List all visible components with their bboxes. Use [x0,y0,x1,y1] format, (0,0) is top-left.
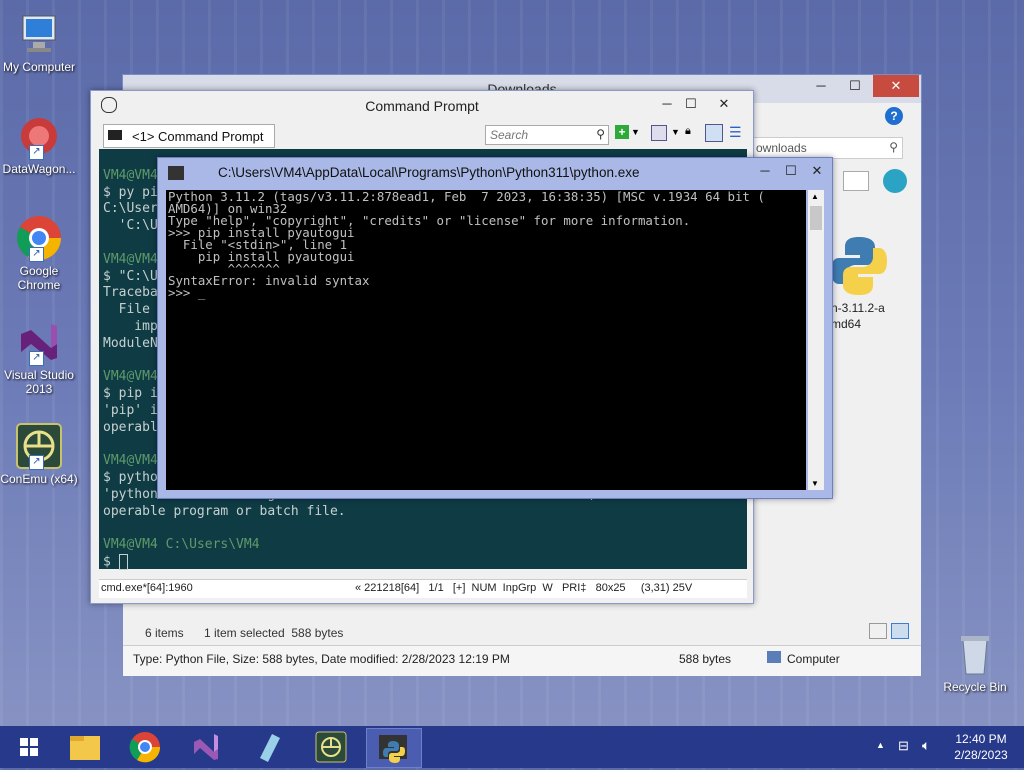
taskbar-conemu[interactable] [304,728,358,766]
conemu-statusbar: cmd.exe*[64]:1960 « 221218[64] 1/1 [+] N… [99,579,747,598]
scrollbar-thumb[interactable] [810,206,822,230]
chrome-icon [129,732,161,763]
show-hidden-icons-icon[interactable]: ▲ [876,740,885,750]
conemu-close-button[interactable]: ✕ [703,93,745,115]
scroll-down-icon[interactable]: ▼ [811,479,819,488]
cmd-icon [108,130,122,140]
start-button[interactable] [2,728,56,766]
status-left: cmd.exe*[64]:1960 [101,582,193,594]
taskbar-visual-studio[interactable] [180,728,234,766]
view-options-icon[interactable] [843,171,869,191]
details-location: Computer [787,652,840,666]
conemu-search-input[interactable]: Search ⚲ [485,125,609,145]
status-right: « 221218[64] 1/1 [+] NUM InpGrp W PRI‡ 8… [355,582,693,594]
shortcut-arrow-icon: ↗ [29,455,44,470]
explorer-search-text: ownloads [756,141,807,155]
python-console[interactable]: Python 3.11.2 (tags/v3.11.2:878ead1, Feb… [166,190,806,490]
new-tab-icon[interactable]: + [615,125,629,139]
new-tab-chevron-down-icon[interactable]: ▼ [631,127,640,137]
desktop-icon-recycle-bin[interactable]: Recycle Bin [936,630,1014,694]
search-icon: ⚲ [596,127,605,141]
explorer-close-button[interactable]: ✕ [873,75,919,97]
taskbar-file-explorer[interactable] [58,728,112,766]
desktop-icon-visual-studio[interactable]: ↗ Visual Studio 2013 [0,318,78,396]
datawagon-icon: ↗ [15,112,63,160]
file-explorer-icon [70,736,100,760]
split-icon[interactable] [651,125,667,141]
taskbar-python[interactable] [366,728,422,768]
desktop-icon-my-computer[interactable]: My Computer [0,10,78,74]
visual-studio-icon: ↗ [15,318,63,366]
status-selected: 1 item selected 588 bytes [204,626,344,640]
scroll-up-icon[interactable]: ▲ [811,192,819,201]
tab-label: <1> Command Prompt [132,129,264,144]
chrome-icon: ↗ [15,214,63,262]
console-line: VM4@VM4 C:\Users\VM4 [103,537,260,553]
python-app-icon [168,166,184,180]
volume-icon[interactable]: 🔈︎ [922,737,930,754]
shortcut-arrow-icon: ↗ [29,247,44,262]
taskbar-notepad[interactable] [242,728,296,766]
conemu-icon [315,731,347,763]
conemu-icon: ↗ [15,422,63,470]
python-console-line: >>> _ [168,285,206,300]
python-close-button[interactable]: ✕ [804,160,830,182]
menu-icon[interactable]: ☰ [729,124,742,141]
details-view-icon[interactable] [869,623,887,639]
console-line: operable program or batch file. [103,503,346,519]
taskbar: ▲ ⊟ 🔈︎ 12:40 PM 2/28/2023 [0,726,1024,768]
python-console-line: SyntaxError: invalid syntax [168,273,370,288]
start-icon [20,738,38,756]
explorer-minimize-button[interactable]: ─ [805,75,837,97]
taskbar-chrome[interactable] [118,728,172,766]
shortcut-arrow-icon: ↗ [29,351,44,366]
console-line: $ [103,554,743,571]
panel-icon[interactable] [705,124,723,142]
globe-icon[interactable] [883,169,907,193]
conemu-titlebar[interactable]: Command Prompt ─ ☐ ✕ [91,91,753,121]
notepad-icon [260,734,280,762]
my-computer-icon [15,10,63,58]
file-label-line1: n-3.11.2-a [831,301,885,315]
shortcut-arrow-icon: ↗ [29,145,44,160]
tab-command-prompt[interactable]: <1> Command Prompt [103,124,275,148]
visual-studio-icon [194,734,218,760]
status-item-count: 6 items [145,626,184,640]
clock-time[interactable]: 12:40 PM [950,732,1012,746]
details-bar: Type: Python File, Size: 588 bytes, Date… [123,645,921,676]
python-maximize-button[interactable]: ☐ [778,160,804,182]
network-icon[interactable]: ⊟ [898,738,909,754]
python-window[interactable]: C:\Users\VM4\AppData\Local\Programs\Pyth… [157,157,833,499]
desktop-icon-conemu[interactable]: ↗ ConEmu (x64) [0,422,78,486]
python-icon [379,735,407,763]
explorer-search-box[interactable]: ownloads ⚲ [753,137,903,159]
large-icons-view-icon[interactable] [891,623,909,639]
split-chevron-down-icon[interactable]: ▼ [671,127,680,137]
file-label-line2: md64 [831,317,862,331]
lock-icon[interactable]: 🔒︎ [685,125,691,138]
explorer-maximize-button[interactable]: ☐ [839,75,871,97]
python-scrollbar[interactable]: ▲ ▼ [808,190,824,490]
conemu-search-text: Search [490,128,529,142]
python-file-icon[interactable] [829,235,889,297]
details-size: 588 bytes [679,652,732,666]
clock-date[interactable]: 2/28/2023 [950,748,1012,762]
desktop-icon-datawagon[interactable]: ↗ DataWagon... [0,112,78,176]
text-cursor [118,554,128,571]
details-text: Type: Python File, Size: 588 bytes, Date… [133,652,510,666]
computer-icon [767,651,781,663]
recycle-bin-icon [951,630,999,678]
search-icon: ⚲ [889,140,898,154]
help-icon[interactable]: ? [885,107,903,125]
python-minimize-button[interactable]: ─ [752,160,778,182]
desktop-icon-chrome[interactable]: ↗ Google Chrome [0,214,78,292]
python-window-title: C:\Users\VM4\AppData\Local\Programs\Pyth… [218,165,640,180]
